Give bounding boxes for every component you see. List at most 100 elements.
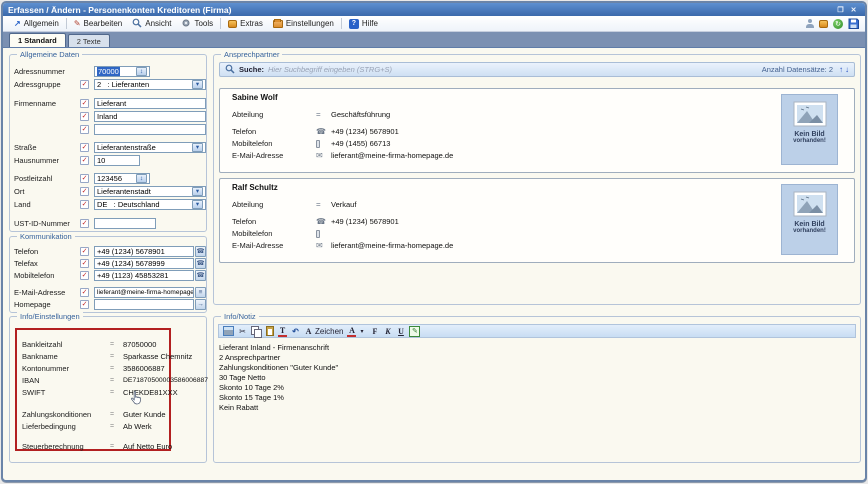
dropdown-icon[interactable]: ▾: [192, 143, 203, 152]
plz-input[interactable]: 123456↕: [94, 173, 150, 184]
tab-standard[interactable]: 1 Standard: [9, 33, 66, 47]
field-checkbox[interactable]: ✓: [80, 174, 89, 183]
tab-texte[interactable]: 2 Texte: [68, 34, 110, 47]
spinner-icon[interactable]: ↕: [136, 67, 147, 76]
contact-card[interactable]: Sabine Wolf Abteilung=Geschäftsführung T…: [219, 88, 855, 173]
field-checkbox[interactable]: ✓: [80, 259, 89, 268]
strasse-select[interactable]: Lieferantenstraße▾: [94, 142, 206, 153]
field-checkbox[interactable]: ✓: [80, 80, 89, 89]
field-row-plz: Postleitzahl ✓ 123456↕: [14, 172, 150, 184]
contact-card[interactable]: Ralf Schultz Abteilung=Verkauf Telefon☎+…: [219, 178, 855, 263]
field-checkbox[interactable]: ✓: [80, 99, 89, 108]
bold-icon[interactable]: F: [370, 326, 379, 337]
down-arrow-icon[interactable]: ↓: [845, 65, 849, 74]
field-label: Adressgruppe: [14, 80, 80, 89]
firmenname-input-3[interactable]: [94, 124, 206, 135]
field-checkbox[interactable]: ✓: [80, 187, 89, 196]
field-checkbox[interactable]: ✓: [80, 247, 89, 256]
no-image-placeholder[interactable]: Kein Bild vorhanden!: [781, 184, 838, 255]
field-label: E-Mail-Adresse: [14, 288, 80, 297]
field-checkbox[interactable]: ✓: [80, 288, 89, 297]
adressnummer-input[interactable]: 70000 ↕: [94, 66, 150, 77]
field-row-adressgruppe: Adressgruppe ✓ 2 : Lieferanten▾: [14, 78, 206, 90]
contact-value: +49 (1234) 5678901: [331, 217, 399, 226]
character-icon[interactable]: A: [304, 326, 313, 337]
adressgruppe-select[interactable]: 2 : Lieferanten▾: [94, 79, 206, 90]
field-checkbox[interactable]: ✓: [80, 125, 89, 134]
copy-icon[interactable]: [251, 326, 261, 337]
save-icon[interactable]: [848, 18, 859, 29]
land-select[interactable]: DE : Deutschland▾: [94, 199, 206, 210]
dropdown-icon[interactable]: ▾: [192, 200, 203, 209]
menu-hilfe[interactable]: ? Hilfe: [344, 17, 383, 31]
adressnummer-value: 70000: [97, 67, 120, 76]
font-color-icon[interactable]: A: [347, 326, 356, 337]
telefax-input[interactable]: +49 (1234) 5678999: [94, 258, 194, 269]
field-row-hausnummer: Hausnummer ✓ 10: [14, 154, 140, 166]
field-checkbox[interactable]: ✓: [80, 156, 89, 165]
content-area: Allgemeine Daten Adressnummer 70000↕ Adr…: [3, 48, 865, 480]
contact-value: +49 (1455) 66713: [331, 139, 390, 148]
info-label: Kontonummer: [22, 364, 110, 373]
menu-bearbeiten[interactable]: ✎ Bearbeiten: [69, 17, 127, 31]
contact-row-email: E-Mail-Adresse✉lieferant@meine-firma-hom…: [232, 150, 453, 161]
insert-image-icon[interactable]: [223, 326, 234, 336]
firmenname-input-1[interactable]: Lieferant: [94, 98, 206, 109]
spinner-icon[interactable]: ↕: [136, 174, 147, 183]
menu-ansicht[interactable]: Ansicht: [127, 17, 176, 31]
italic-icon[interactable]: K: [383, 326, 392, 337]
dropdown-icon[interactable]: ▾: [192, 187, 203, 196]
field-checkbox[interactable]: ✓: [80, 300, 89, 309]
field-label: Homepage: [14, 300, 80, 309]
briefcase-icon[interactable]: [819, 20, 828, 28]
dial-phone-icon[interactable]: ☎: [195, 258, 206, 269]
field-checkbox[interactable]: ✓: [80, 200, 89, 209]
cut-icon[interactable]: ✂: [238, 326, 247, 337]
menu-tools[interactable]: Tools: [176, 17, 218, 31]
menu-allgemein[interactable]: ↗ Allgemein: [9, 17, 64, 31]
ort-select[interactable]: Lieferantenstadt▾: [94, 186, 206, 197]
note-line: 2 Ansprechpartner: [219, 353, 855, 363]
info-label: Bankleitzahl: [22, 340, 110, 349]
contact-icon[interactable]: [805, 19, 814, 28]
close-button[interactable]: ✕: [847, 4, 860, 15]
info-row: Kontonummer=3586006887: [22, 363, 165, 374]
contact-search-bar[interactable]: Suche: Hier Suchbegriff eingeben (STRG+S…: [219, 62, 855, 77]
dropdown-icon[interactable]: ▾: [192, 80, 203, 89]
font-color-caret-icon[interactable]: ▾: [357, 326, 366, 337]
telefon-input[interactable]: +49 (1234) 5678901: [94, 246, 194, 257]
equals-icon: =: [110, 423, 123, 430]
maximize-button[interactable]: ❐: [834, 4, 847, 15]
edit-note-icon[interactable]: ✎: [409, 326, 420, 337]
equals-icon: =: [316, 200, 331, 209]
hausnummer-input[interactable]: 10: [94, 155, 140, 166]
field-checkbox[interactable]: ✓: [80, 271, 89, 280]
field-checkbox[interactable]: ✓: [80, 143, 89, 152]
dial-phone-icon[interactable]: ☎: [195, 270, 206, 281]
firmenname-input-2[interactable]: Inland: [94, 111, 206, 122]
homepage-input[interactable]: [94, 299, 194, 310]
go-arrow-icon[interactable]: →: [195, 299, 206, 310]
menu-label: Allgemein: [24, 19, 59, 28]
mail-list-icon[interactable]: ≡: [195, 287, 206, 298]
equals-icon: =: [110, 389, 123, 396]
email-input[interactable]: lieferant@meine-firma-homepage.de: [94, 287, 194, 298]
contact-row-mobiltelefon: Mobiltelefon+49 (1455) 66713: [232, 138, 390, 149]
no-image-placeholder[interactable]: Kein Bild vorhanden!: [781, 94, 838, 165]
mobiltelefon-input[interactable]: +49 (1123) 45853281: [94, 270, 194, 281]
menu-extras[interactable]: Extras: [223, 17, 268, 31]
menu-einstellungen[interactable]: Einstellungen: [268, 17, 339, 31]
up-arrow-icon[interactable]: ↑: [839, 65, 843, 74]
undo-icon[interactable]: ↶: [291, 326, 300, 337]
dial-phone-icon[interactable]: ☎: [195, 246, 206, 257]
sync-icon[interactable]: ↻: [833, 19, 843, 29]
font-icon[interactable]: T: [278, 326, 287, 337]
field-checkbox[interactable]: ✓: [80, 112, 89, 121]
ust-input[interactable]: [94, 218, 156, 229]
group-info-notiz: Info/Notiz ✂ T ↶ A Zeichen A ▾ F K U ✎ L…: [213, 316, 861, 463]
field-checkbox[interactable]: ✓: [80, 219, 89, 228]
note-text-area[interactable]: Lieferant Inland - Firmenanschrift 2 Ans…: [219, 343, 855, 458]
underline-icon[interactable]: U: [396, 326, 405, 337]
equals-icon: =: [110, 353, 123, 360]
paste-icon[interactable]: [265, 326, 274, 337]
